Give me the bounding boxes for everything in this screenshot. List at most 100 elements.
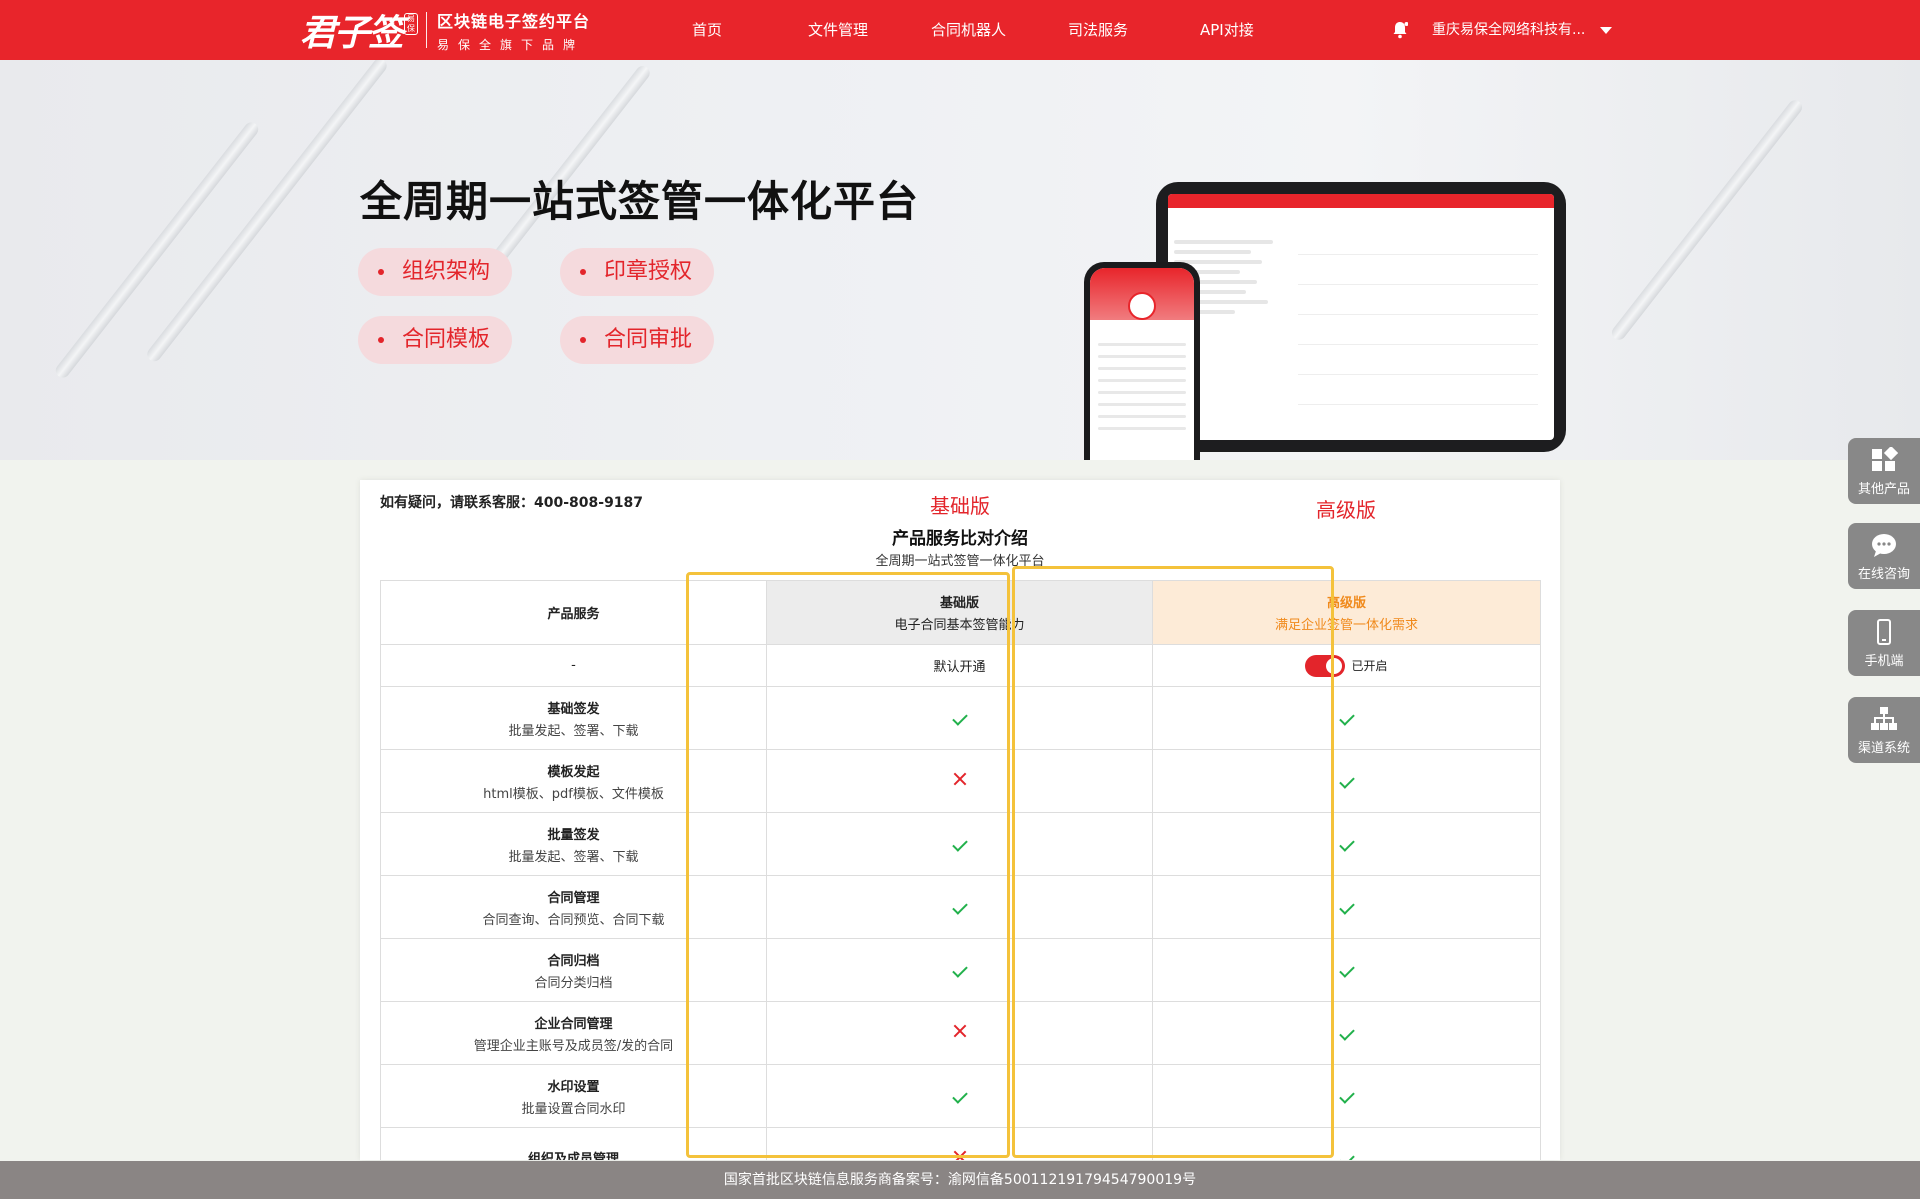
logo-tagline-1: 区块链电子签约平台 [437,11,591,31]
table-row: 模板发起 html模板、pdf模板、文件模板 [380,749,1541,813]
feature-title: 批量签发 [547,827,600,843]
check-icon [951,709,968,726]
check-icon [1338,961,1355,978]
advanced-toggle-switch[interactable] [1305,654,1346,677]
basic-support-cell [766,1064,1153,1128]
check-icon [951,961,968,978]
notification-bell-icon[interactable] [1392,21,1408,39]
logo-wordmark: 君子签 [300,12,404,54]
hero-banner: 全周期一站式签管一体化平台 组织架构 印章授权 合同模板 合同审批 [0,60,1920,460]
nav-home[interactable]: 首页 [692,0,722,60]
table-row: 企业合同管理管理企业主账号及成员签/发的合同 [380,1001,1541,1065]
feature-title: 模板发起 [547,764,600,780]
basic-support-cell [766,686,1153,750]
cross-icon [953,1150,967,1160]
nav-api[interactable]: API对接 [1200,0,1254,60]
side-label: 其他产品 [1857,482,1910,497]
side-mobile-button[interactable]: 手机端 [1848,610,1920,676]
feature-cell: 合同归档 合同分类归档 [380,938,767,1002]
feature-cell: 合同管理 合同查询、合同预览、合同下载 [380,875,767,939]
advanced-support-cell [1152,938,1541,1002]
side-label: 手机端 [1864,654,1904,669]
footer-icp: 国家首批区块链信息服务商备案号：渝网信备50011219179454790019… [0,1161,1920,1199]
feature-title: 水印设置 [547,1079,600,1095]
nav-judicial-service[interactable]: 司法服务 [1068,0,1128,60]
col-header-service: 产品服务 [380,580,767,645]
table-row: 组织及成员管理 [380,1127,1541,1160]
cross-icon [953,1024,967,1038]
company-account-menu[interactable]: 重庆易保全网络科技有... [1432,0,1585,60]
cross-icon [953,772,967,786]
basic-name: 基础版 [939,596,979,611]
feature-cell: 组织及成员管理 [380,1127,767,1160]
comparison-card: 如有疑问，请联系客服：400-808-9187 基础版 高级版 产品服务比对介绍… [360,480,1560,1160]
logo-tagline-2: 易保全旗下品牌 [437,37,585,52]
advanced-support-cell [1152,875,1541,939]
logo-badge: 易保 [404,13,419,35]
advanced-version-heading: 高级版 [1316,498,1376,522]
table-row-activation: - 默认开通 已开启 [380,644,1541,687]
org-chart-icon [1871,707,1897,730]
brand-logo[interactable]: 君子签 易保 区块链电子签约平台 易保全旗下品牌 [300,8,590,55]
check-icon [951,898,968,915]
table-row: 基础签发批量发起、签署、下载 [380,686,1541,750]
feature-cell: 水印设置 批量设置合同水印 [380,1064,767,1128]
feature-pill-template: 合同模板 [358,316,513,364]
feature-desc: 批量发起、签署、下载 [508,723,639,739]
advanced-name: 高级版 [1326,596,1366,611]
feature-title: 企业合同管理 [534,1016,613,1032]
check-icon [1338,1150,1355,1160]
tablet-screen [1168,194,1554,440]
basic-support-cell [766,812,1153,876]
logo-tagline: 区块链电子签约平台 易保全旗下品牌 [437,8,590,53]
feature-title: 基础签发 [547,701,600,717]
nav-contract-robot[interactable]: 合同机器人 [931,0,1006,60]
advanced-support-cell [1152,686,1541,750]
basic-support-cell [766,875,1153,939]
check-icon [1338,1087,1355,1104]
check-icon [1338,709,1355,726]
basic-activation: 默认开通 [766,644,1153,687]
bullet-icon [378,337,384,343]
advanced-activation: 已开启 [1152,644,1541,687]
feature-title: 合同管理 [547,890,600,906]
side-channel-system-button[interactable]: 渠道系统 [1848,697,1920,763]
advanced-support-cell [1152,1127,1541,1160]
feature-rows: 基础签发 批量发起、签署、下载 模板发起 html模板、pdf模板、文件模板 批量签发批… [380,686,1541,1160]
decorative-pen [1609,97,1805,343]
feature-label: 印章授权 [604,259,693,284]
feature-label: 组织架构 [402,259,491,284]
side-label: 渠道系统 [1857,741,1910,756]
feature-title: 组织及成员管理 [527,1152,619,1160]
bullet-icon [580,269,586,275]
nav-file-management[interactable]: 文件管理 [808,0,868,60]
feature-cell: 模板发起 html模板、pdf模板、文件模板 [380,749,767,813]
feature-pill-seal: 印章授权 [560,248,715,296]
feature-cell: 基础签发批量发起、签署、下载 [380,686,767,750]
basic-support-cell [766,749,1153,813]
feature-pill-org: 组织架构 [358,248,513,296]
mobile-phone-icon [1877,619,1891,645]
tablet-mockup [1156,182,1566,452]
comparison-subtitle: 全周期一站式签管一体化平台 [875,554,1045,569]
feature-desc: html模板、pdf模板、文件模板 [483,786,664,802]
table-row: 合同管理 合同查询、合同预览、合同下载 [380,875,1541,939]
side-other-products-button[interactable]: 其他产品 [1848,438,1920,504]
feature-cell: 企业合同管理管理企业主账号及成员签/发的合同 [380,1001,767,1065]
basic-desc: 电子合同基本签管能力 [894,618,1025,633]
feature-cell: 批量签发 批量发起、签署、下载 [380,812,767,876]
side-label: 在线咨询 [1857,567,1910,582]
chevron-down-icon[interactable] [1600,27,1612,34]
grid-apps-icon [1872,447,1898,471]
phone-app-logo [1128,292,1156,320]
feature-desc: 管理企业主账号及成员签/发的合同 [473,1038,674,1054]
check-icon [1338,898,1355,915]
table-row: 水印设置 批量设置合同水印 [380,1064,1541,1128]
bullet-icon [378,269,384,275]
advanced-support-cell [1152,749,1541,813]
table-header-row: 产品服务 基础版 电子合同基本签管能力 高级版 满足企业签管一体化需求 [380,580,1541,645]
feature-pill-approval: 合同审批 [560,316,715,364]
col-header-advanced: 高级版 满足企业签管一体化需求 [1152,580,1541,645]
side-online-consult-button[interactable]: 在线咨询 [1848,523,1920,589]
customer-service-contact: 如有疑问，请联系客服：400-808-9187 [380,495,644,511]
